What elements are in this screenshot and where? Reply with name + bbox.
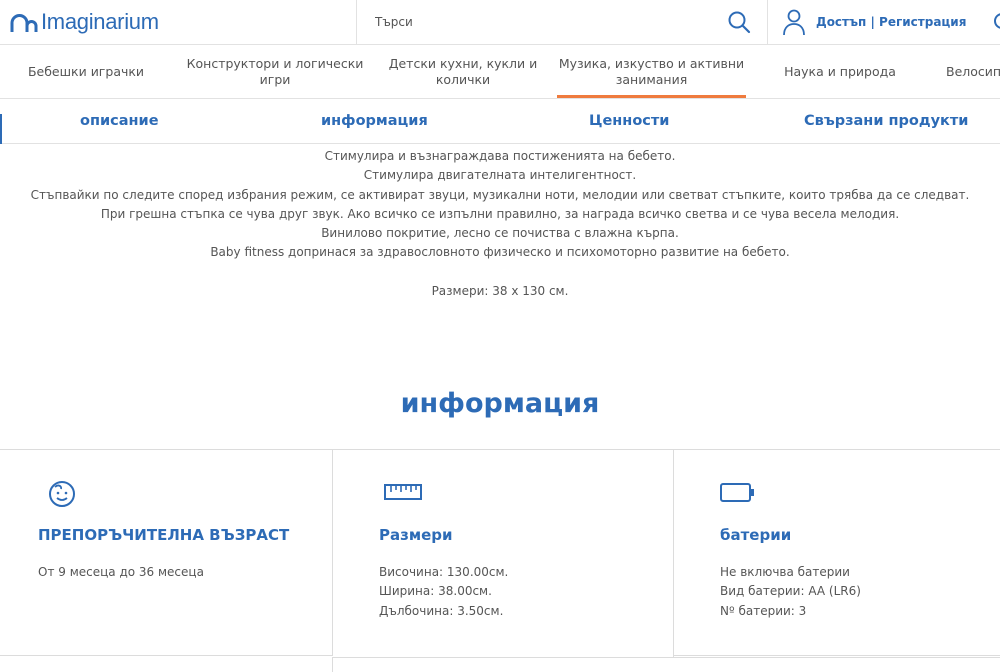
description-line: Стимулира и възнаграждава постиженията н…	[324, 149, 676, 163]
nav-item-music-art[interactable]: Музика, изкуство и активни занимания	[557, 46, 746, 98]
description-line: Baby fitness допринася за здравословното…	[210, 245, 790, 260]
dimension-depth: Дълбочина: 3.50см.	[379, 603, 504, 618]
tab-related-products[interactable]: Свързани продукти	[804, 99, 968, 143]
info-grid-bottom-line	[674, 655, 1000, 656]
info-grid-bottom-line	[0, 655, 333, 656]
account-area: Достъп | Регистрация	[782, 6, 966, 38]
nav-item-bicycles[interactable]: Велосипеди	[946, 46, 1000, 98]
site-header: Imaginarium Достъп | Регистрация	[0, 0, 1000, 45]
login-register-link[interactable]: Достъп | Регистрация	[816, 15, 966, 29]
user-icon[interactable]	[782, 8, 806, 36]
description-line: Стъпвайки по следите според избрания реж…	[30, 187, 970, 202]
nav-item-baby-toys[interactable]: Бебешки играчки	[10, 46, 162, 98]
info-card-dimensions: Размери Височина: 130.00см. Ширина: 38.0…	[333, 450, 674, 658]
batteries-type: Вид батерии: AA (LR6)	[720, 584, 861, 599]
dimensions-text: Височина: 130.00см. Ширина: 38.00см. Дъл…	[379, 563, 508, 621]
nav-item-science-nature[interactable]: Наука и природа	[760, 46, 920, 98]
batteries-count: Nº батерии: 3	[720, 603, 807, 618]
description-line: Винилово покритие, лесно се почиства с в…	[321, 226, 679, 241]
nav-item-constructors[interactable]: Конструктори и логически игри	[180, 46, 370, 98]
tab-values[interactable]: Ценности	[589, 99, 669, 143]
nav-item-kitchens-dolls[interactable]: Детски кухни, кукли и колички	[383, 46, 543, 98]
ruler-icon	[384, 484, 422, 500]
logo-text: Imaginarium	[41, 9, 159, 34]
description-sizes: Размери: 38 х 130 см.	[431, 283, 569, 298]
batteries-text: Не включва батерии Вид батерии: AA (LR6)…	[720, 563, 861, 621]
search-bar	[356, 0, 768, 45]
cart-icon[interactable]	[992, 10, 1000, 32]
battery-icon	[720, 483, 754, 502]
info-card-batteries: батерии Не включва батерии Вид батерии: …	[674, 450, 1000, 656]
info-section-title: информация	[400, 388, 600, 419]
description-line: Стимулира двигателната интелигентност.	[363, 168, 637, 183]
product-tabs: описание информация Ценности Свързани пр…	[0, 99, 1000, 144]
logo-icon	[10, 14, 38, 32]
age-title: ПРЕПОРЪЧИТЕЛНА ВЪЗРАСТ	[38, 526, 290, 544]
category-nav: Бебешки играчки Конструктори и логически…	[0, 46, 1000, 99]
tab-description[interactable]: описание	[80, 99, 159, 143]
dimension-height: Височина: 130.00см.	[379, 565, 509, 579]
search-input[interactable]	[357, 0, 717, 44]
age-text: От 9 месеца до 36 месеца	[38, 565, 204, 579]
search-icon[interactable]	[727, 10, 751, 34]
batteries-included: Не включва батерии	[720, 565, 850, 579]
dimensions-title: Размери	[379, 526, 453, 544]
info-grid-bottom-line	[333, 657, 1000, 658]
description-text: Стимулира и възнаграждава постиженията н…	[0, 147, 1000, 301]
info-grid-divider-lower	[332, 657, 333, 672]
dimension-width: Ширина: 38.00см.	[379, 584, 492, 599]
tab-information[interactable]: информация	[321, 99, 428, 143]
info-card-age: ПРЕПОРЪЧИТЕЛНА ВЪЗРАСТ От 9 месеца до 36…	[0, 450, 333, 656]
batteries-title: батерии	[720, 526, 792, 544]
description-line: При грешна стъпка се чува друг звук. Ако…	[100, 206, 900, 221]
active-tab-marker	[0, 114, 2, 144]
logo[interactable]: Imaginarium	[9, 8, 159, 36]
baby-face-icon	[49, 481, 75, 507]
